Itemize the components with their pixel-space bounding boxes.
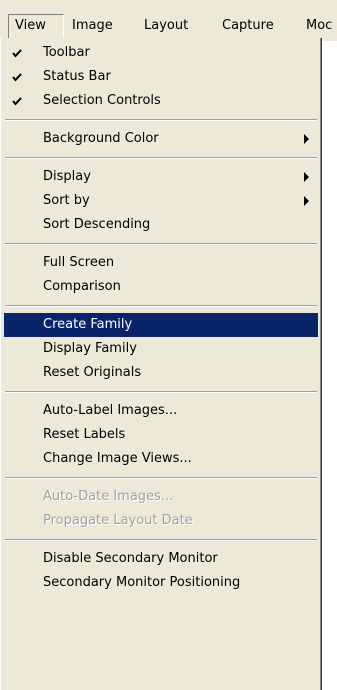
menu-separator bbox=[1, 385, 321, 399]
menu-item-full-screen[interactable]: Full Screen bbox=[1, 251, 321, 275]
menu-item-label: Secondary Monitor Positioning bbox=[43, 575, 241, 590]
menu-layout[interactable]: Layout bbox=[138, 14, 194, 38]
menu-item-reset-originals[interactable]: Reset Originals bbox=[1, 361, 321, 385]
menu-item-label: Selection Controls bbox=[43, 93, 161, 108]
menu-item-toolbar[interactable]: Toolbar bbox=[1, 41, 321, 65]
menu-separator bbox=[1, 237, 321, 251]
menu-item-label: Toolbar bbox=[43, 45, 90, 60]
menu-item-selection-controls[interactable]: Selection Controls bbox=[1, 89, 321, 113]
menu-item-comparison[interactable]: Comparison bbox=[1, 275, 321, 299]
menu-item-label: Change Image Views... bbox=[43, 451, 192, 466]
menu-view[interactable]: View bbox=[8, 14, 64, 38]
menu-item-display-family[interactable]: Display Family bbox=[1, 337, 321, 361]
menu-item-change-image-views[interactable]: Change Image Views... bbox=[1, 447, 321, 471]
menu-item-label: Auto-Label Images... bbox=[43, 403, 178, 418]
menu-item-label: Sort Descending bbox=[43, 217, 151, 232]
menu-item-label: Reset Originals bbox=[43, 365, 142, 380]
menu-item-label: Full Screen bbox=[43, 255, 115, 270]
submenu-arrow-icon bbox=[304, 196, 309, 206]
menu-item-display[interactable]: Display bbox=[1, 165, 321, 189]
menu-item-sort-by[interactable]: Sort by bbox=[1, 189, 321, 213]
menu-separator bbox=[1, 113, 321, 127]
menu-item-label: Status Bar bbox=[43, 69, 111, 84]
menu-separator bbox=[1, 151, 321, 165]
menu-item-label: Reset Labels bbox=[43, 427, 126, 442]
menu-separator bbox=[1, 533, 321, 547]
menu-item-label: Display bbox=[43, 169, 91, 184]
submenu-arrow-icon bbox=[304, 134, 309, 144]
menu-item-label: Sort by bbox=[43, 193, 90, 208]
menu-item-label: Propagate Layout Date bbox=[43, 513, 193, 528]
menu-separator bbox=[1, 471, 321, 485]
menu-capture[interactable]: Capture bbox=[216, 14, 280, 38]
menu-item-label: Disable Secondary Monitor bbox=[43, 551, 218, 566]
checkmark-icon bbox=[9, 41, 25, 65]
menu-item-label: Background Color bbox=[43, 131, 159, 146]
menu-item-background-color[interactable]: Background Color bbox=[1, 127, 321, 151]
menu-item-status-bar[interactable]: Status Bar bbox=[1, 65, 321, 89]
menu-bar: View Image Layout Capture Moc bbox=[0, 0, 337, 41]
menu-item-reset-labels[interactable]: Reset Labels bbox=[1, 423, 321, 447]
menu-item-label: Create Family bbox=[43, 317, 133, 332]
menu-item-label: Display Family bbox=[43, 341, 137, 356]
menu-item-label: Comparison bbox=[43, 279, 121, 294]
menu-item-secondary-monitor-positioning[interactable]: Secondary Monitor Positioning bbox=[1, 571, 321, 595]
menu-item-propagate-layout-date: Propagate Layout Date bbox=[1, 509, 321, 533]
menu-item-sort-descending[interactable]: Sort Descending bbox=[1, 213, 321, 237]
menu-item-label: Auto-Date Images... bbox=[43, 489, 174, 504]
menu-mod-truncated[interactable]: Moc bbox=[300, 14, 337, 38]
view-dropdown-menu: Toolbar Status Bar Selection Controls Ba… bbox=[0, 38, 322, 690]
menu-item-auto-label-images[interactable]: Auto-Label Images... bbox=[1, 399, 321, 423]
checkmark-icon bbox=[9, 65, 25, 89]
menu-item-auto-date-images: Auto-Date Images... bbox=[1, 485, 321, 509]
menu-item-disable-secondary-monitor[interactable]: Disable Secondary Monitor bbox=[1, 547, 321, 571]
menu-item-create-family[interactable]: Create Family bbox=[4, 313, 318, 337]
menu-separator bbox=[1, 299, 321, 313]
menu-image[interactable]: Image bbox=[66, 14, 119, 38]
checkmark-icon bbox=[9, 89, 25, 113]
submenu-arrow-icon bbox=[304, 172, 309, 182]
